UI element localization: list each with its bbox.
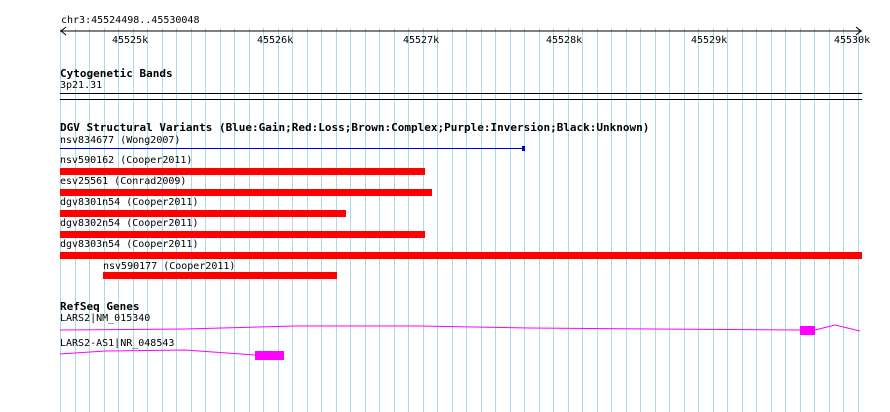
gene-intron-lars2-tail	[814, 324, 861, 332]
gene-intron-lars2	[59, 325, 801, 331]
gene-exon-lars2	[800, 326, 815, 335]
gene-intron-lars2-as1	[59, 349, 256, 356]
gene-models[interactable]	[0, 0, 890, 412]
gene-exon-lars2-as1	[255, 351, 284, 360]
